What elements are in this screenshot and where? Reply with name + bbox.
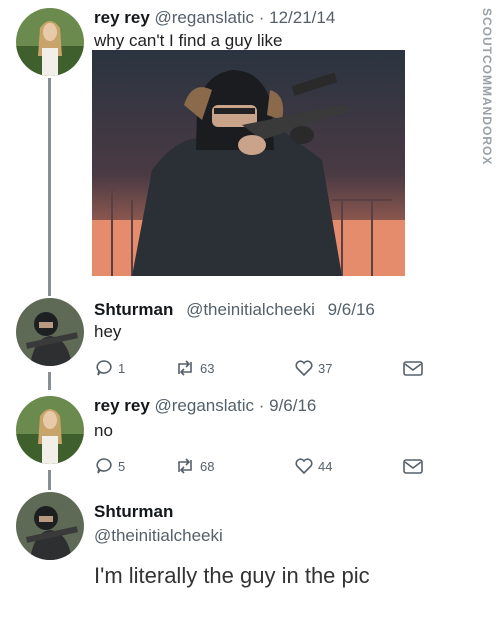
retweet-icon bbox=[178, 458, 192, 474]
armed-soldier-photo-icon bbox=[92, 50, 405, 276]
display-name[interactable]: Shturman bbox=[94, 502, 173, 522]
avatar[interactable] bbox=[16, 298, 84, 366]
armed-soldier-avatar-icon bbox=[16, 492, 84, 560]
reply-icon bbox=[96, 360, 112, 376]
like-button[interactable]: 44 bbox=[294, 456, 332, 476]
like-count: 44 bbox=[318, 458, 333, 474]
separator: · bbox=[258, 8, 265, 27]
tweet-header: Shturman @theinitialcheeki 9/6/16 bbox=[94, 300, 375, 320]
handle[interactable]: @reganslatic bbox=[155, 8, 254, 27]
blonde-woman-avatar-icon bbox=[16, 396, 84, 464]
message-button[interactable] bbox=[402, 358, 424, 378]
blonde-woman-avatar-icon bbox=[16, 8, 84, 76]
heart-icon bbox=[295, 360, 313, 377]
tweet-text: why can't I find a guy like bbox=[94, 31, 283, 50]
timestamp[interactable]: 12/21/14 bbox=[269, 8, 335, 27]
tweet-header: rey rey @reganslatic · 12/21/14 bbox=[94, 8, 335, 28]
handle[interactable]: @theinitialcheeki bbox=[94, 526, 223, 546]
heart-icon bbox=[295, 458, 313, 475]
armed-soldier-avatar-icon bbox=[16, 298, 84, 366]
tweet-text: no bbox=[94, 421, 113, 440]
handle[interactable]: @reganslatic bbox=[155, 396, 254, 415]
tweet-text: hey bbox=[94, 322, 122, 341]
tweet-actions: 1 63 37 bbox=[94, 358, 434, 382]
like-button[interactable]: 37 bbox=[294, 358, 332, 378]
timestamp[interactable]: 9/6/16 bbox=[328, 300, 375, 319]
display-name[interactable]: rey rey bbox=[94, 8, 150, 27]
watermark: SCOUTCOMMANDOROX bbox=[480, 8, 494, 166]
tweet-text: I'm literally the guy in the pic bbox=[94, 563, 370, 588]
retweet-count: 63 bbox=[200, 360, 215, 376]
tweet-header: rey rey @reganslatic · 9/6/16 bbox=[94, 396, 316, 416]
thread-line bbox=[48, 470, 51, 490]
reply-count: 5 bbox=[118, 458, 126, 474]
avatar[interactable] bbox=[16, 8, 84, 76]
reply-icon bbox=[96, 458, 112, 474]
display-name[interactable]: Shturman bbox=[94, 300, 173, 319]
display-name[interactable]: rey rey bbox=[94, 396, 150, 415]
handle[interactable]: @theinitialcheeki bbox=[186, 300, 315, 319]
tweet-actions: 5 68 44 bbox=[94, 456, 434, 480]
envelope-icon bbox=[403, 361, 423, 376]
reply-count: 1 bbox=[118, 360, 126, 376]
envelope-icon bbox=[403, 459, 423, 474]
reply-button[interactable]: 1 bbox=[94, 358, 125, 378]
tweet-photo[interactable] bbox=[92, 50, 405, 276]
separator: · bbox=[258, 396, 265, 415]
reply-button[interactable]: 5 bbox=[94, 456, 125, 476]
timestamp[interactable]: 9/6/16 bbox=[269, 396, 316, 415]
retweet-button[interactable]: 68 bbox=[174, 456, 214, 476]
retweet-count: 68 bbox=[200, 458, 215, 474]
avatar[interactable] bbox=[16, 396, 84, 464]
like-count: 37 bbox=[318, 360, 333, 376]
thread-line bbox=[48, 78, 51, 296]
retweet-button[interactable]: 63 bbox=[174, 358, 214, 378]
avatar[interactable] bbox=[16, 492, 84, 560]
message-button[interactable] bbox=[402, 456, 424, 476]
retweet-icon bbox=[178, 360, 192, 376]
thread-line bbox=[48, 372, 51, 390]
